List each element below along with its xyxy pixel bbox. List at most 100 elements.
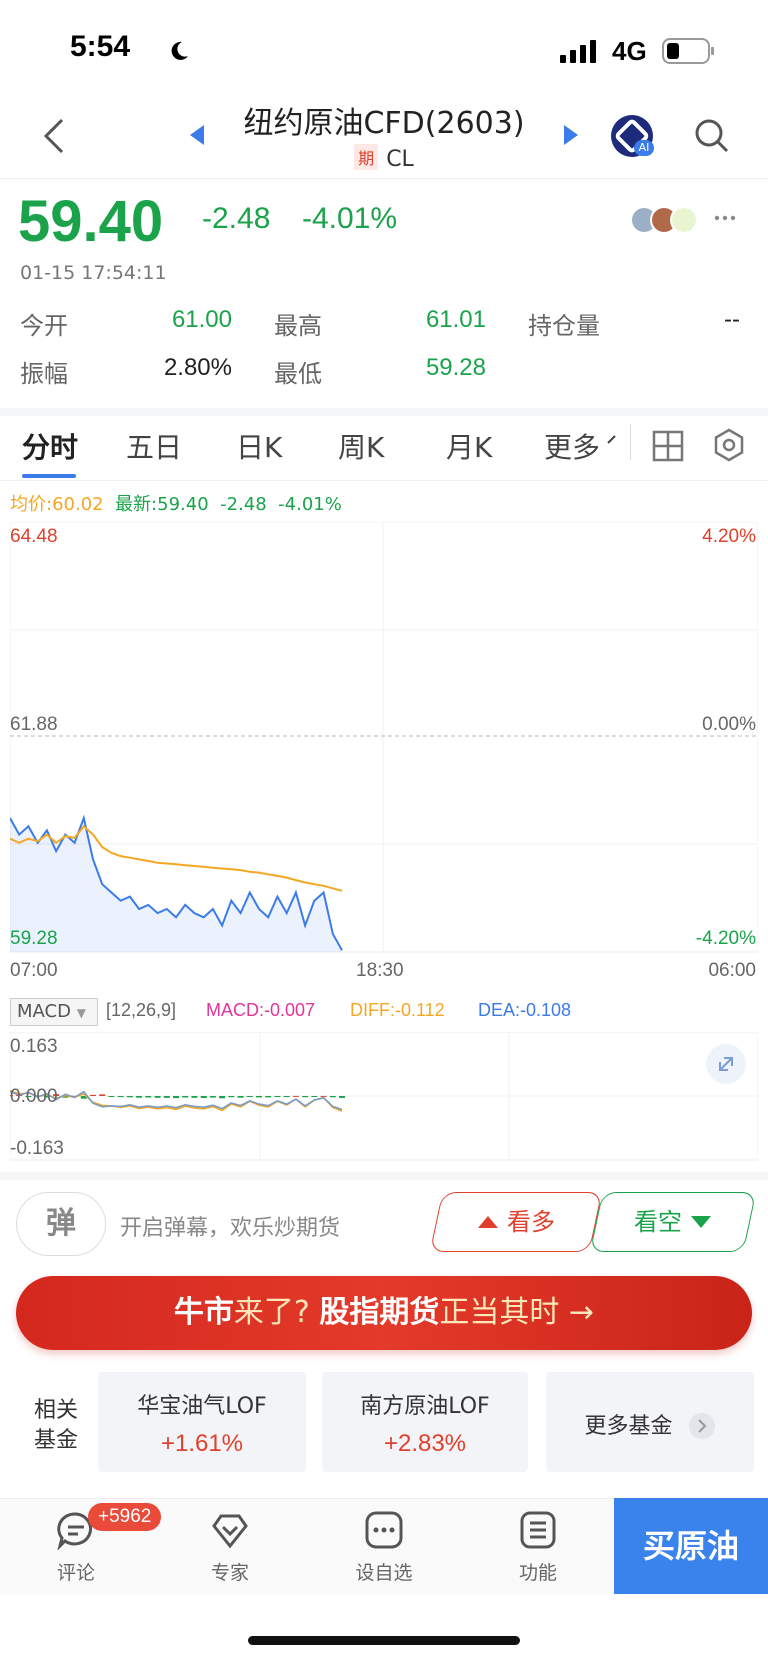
- bull-button[interactable]: 看多: [436, 1192, 596, 1252]
- macd-bar: [292, 1095, 299, 1097]
- tab-daily-k[interactable]: 日K: [236, 426, 282, 466]
- more-icon[interactable]: [714, 214, 736, 222]
- settings-icon[interactable]: [712, 428, 746, 462]
- y-axis-bottom-pct: -4.20%: [695, 928, 756, 949]
- chevron-right-icon: [688, 1413, 715, 1439]
- macd-bar: [145, 1096, 152, 1098]
- ai-assistant-button[interactable]: AI: [610, 114, 654, 158]
- macd-bar: [136, 1096, 143, 1098]
- tabs-divider: [0, 480, 768, 481]
- banner-part-3: 股指期货: [319, 1295, 440, 1330]
- stat-oi-value: --: [724, 306, 740, 333]
- macd-bar: [182, 1096, 189, 1098]
- danmu-toggle-button[interactable]: 弹: [16, 1192, 106, 1256]
- bear-button[interactable]: 看空: [596, 1192, 750, 1252]
- avatar: [670, 206, 698, 234]
- avatar-group[interactable]: [630, 206, 704, 236]
- y-axis-mid-price: 61.88: [10, 714, 58, 735]
- avg-price-legend: 均价:60.02: [10, 494, 104, 515]
- code-label: CL: [386, 147, 414, 172]
- fund-card-nanfang[interactable]: 南方原油LOF +2.83%: [322, 1372, 528, 1472]
- fund-name: 华宝油气LOF: [137, 1394, 267, 1419]
- bull-label: 看多: [507, 1208, 555, 1236]
- banner-part-1: 牛市: [173, 1295, 234, 1330]
- price-change: -2.48: [202, 202, 271, 235]
- ai-badge: AI: [634, 140, 654, 156]
- macd-bar: [237, 1096, 244, 1098]
- macd-bar: [274, 1096, 281, 1097]
- macd-bar: [117, 1096, 124, 1098]
- price-area: [10, 818, 342, 952]
- quote-timestamp: 01-15 17:54:11: [20, 262, 167, 284]
- indicator-selector[interactable]: MACD ▼: [10, 998, 98, 1026]
- macd-bar: [209, 1096, 216, 1098]
- legend-change-pct: -4.01%: [278, 494, 342, 515]
- nav-experts[interactable]: 专家: [180, 1510, 280, 1585]
- stat-open-value: 61.00: [171, 306, 232, 333]
- macd-bar: [163, 1096, 170, 1098]
- macd-bar: [200, 1096, 207, 1098]
- macd-bar: [320, 1095, 327, 1097]
- macd-bar: [126, 1096, 133, 1098]
- signal-icon: [560, 40, 596, 63]
- banner-part-4: 正当其时 →: [439, 1295, 595, 1330]
- nav-functions[interactable]: 功能: [488, 1510, 588, 1585]
- tab-divider: [630, 424, 631, 460]
- danmu-placeholder[interactable]: 开启弹幕，欢乐炒期货: [120, 1210, 340, 1242]
- home-indicator: [248, 1636, 520, 1645]
- tab-more[interactable]: 更多: [544, 426, 600, 466]
- macd-chart[interactable]: [10, 1032, 758, 1162]
- layout-grid-icon[interactable]: [652, 430, 684, 462]
- last-price: 59.40: [18, 189, 164, 254]
- macd-bar: [256, 1096, 262, 1098]
- latest-price-legend: 最新:59.40: [115, 494, 209, 515]
- dea-line: [10, 1090, 343, 1111]
- fund-change: +2.83%: [383, 1430, 467, 1457]
- macd-bar: [173, 1096, 179, 1099]
- y-axis-mid-pct: 0.00%: [702, 714, 756, 735]
- macd-bar: [108, 1096, 115, 1097]
- macd-bar: [283, 1096, 290, 1098]
- dea-value: DEA:-0.108: [478, 1000, 572, 1020]
- intraday-chart[interactable]: [10, 522, 758, 954]
- next-contract-icon[interactable]: [562, 124, 580, 146]
- macd-bar: [90, 1094, 96, 1096]
- x-axis-end: 06:00: [708, 960, 756, 981]
- related-funds-label: 相关 基金: [28, 1396, 84, 1456]
- more-funds-button[interactable]: 更多基金: [546, 1372, 754, 1472]
- legend-change: -2.48: [220, 494, 267, 515]
- stat-open-label: 今开: [20, 312, 68, 340]
- fund-name: 南方原油LOF: [360, 1394, 490, 1419]
- x-axis-mid: 18:30: [356, 960, 404, 981]
- funds-label-line2: 基金: [33, 1428, 78, 1453]
- y-axis-top-pct: 4.20%: [702, 526, 756, 547]
- more-tabs-chevron-icon: [607, 435, 616, 444]
- expand-chart-button[interactable]: [706, 1044, 746, 1084]
- tab-monthly-k[interactable]: 月K: [446, 426, 492, 466]
- tab-weekly-k[interactable]: 周K: [338, 426, 384, 466]
- tab-five-day[interactable]: 五日: [126, 426, 182, 466]
- moon-icon: [171, 41, 188, 60]
- fund-card-huabao[interactable]: 华宝油气LOF +1.61%: [98, 1372, 306, 1472]
- buy-button[interactable]: 买原油: [614, 1498, 768, 1594]
- promo-banner-text[interactable]: 牛市来了? 股指期货正当其时 →: [16, 1276, 752, 1350]
- macd-bar: [311, 1096, 318, 1097]
- banner-part-2: 来了?: [233, 1295, 320, 1330]
- bear-label: 看空: [634, 1208, 682, 1236]
- macd-params: [12,26,9]: [106, 1000, 177, 1020]
- macd-bar: [228, 1096, 235, 1098]
- comment-count-badge: +5962: [88, 1503, 162, 1531]
- stat-amplitude-value: 2.80%: [163, 354, 232, 381]
- chart-legend: 均价:60.02 最新:59.40 -2.48 -4.01%: [10, 490, 342, 516]
- arrow-up-icon: [478, 1216, 498, 1228]
- section-divider: [0, 1172, 768, 1180]
- macd-bar: [191, 1096, 198, 1098]
- x-axis-start: 07:00: [10, 960, 58, 981]
- nav-add-watchlist[interactable]: 设自选: [334, 1510, 434, 1585]
- price-change-pct: -4.01%: [302, 202, 398, 235]
- chevron-down-icon: ▼: [76, 1006, 86, 1020]
- search-icon[interactable]: [694, 118, 730, 154]
- diff-value: DIFF:-0.112: [350, 1000, 445, 1020]
- tab-intraday[interactable]: 分时: [22, 426, 78, 466]
- y-axis-top-price: 64.48: [10, 526, 58, 547]
